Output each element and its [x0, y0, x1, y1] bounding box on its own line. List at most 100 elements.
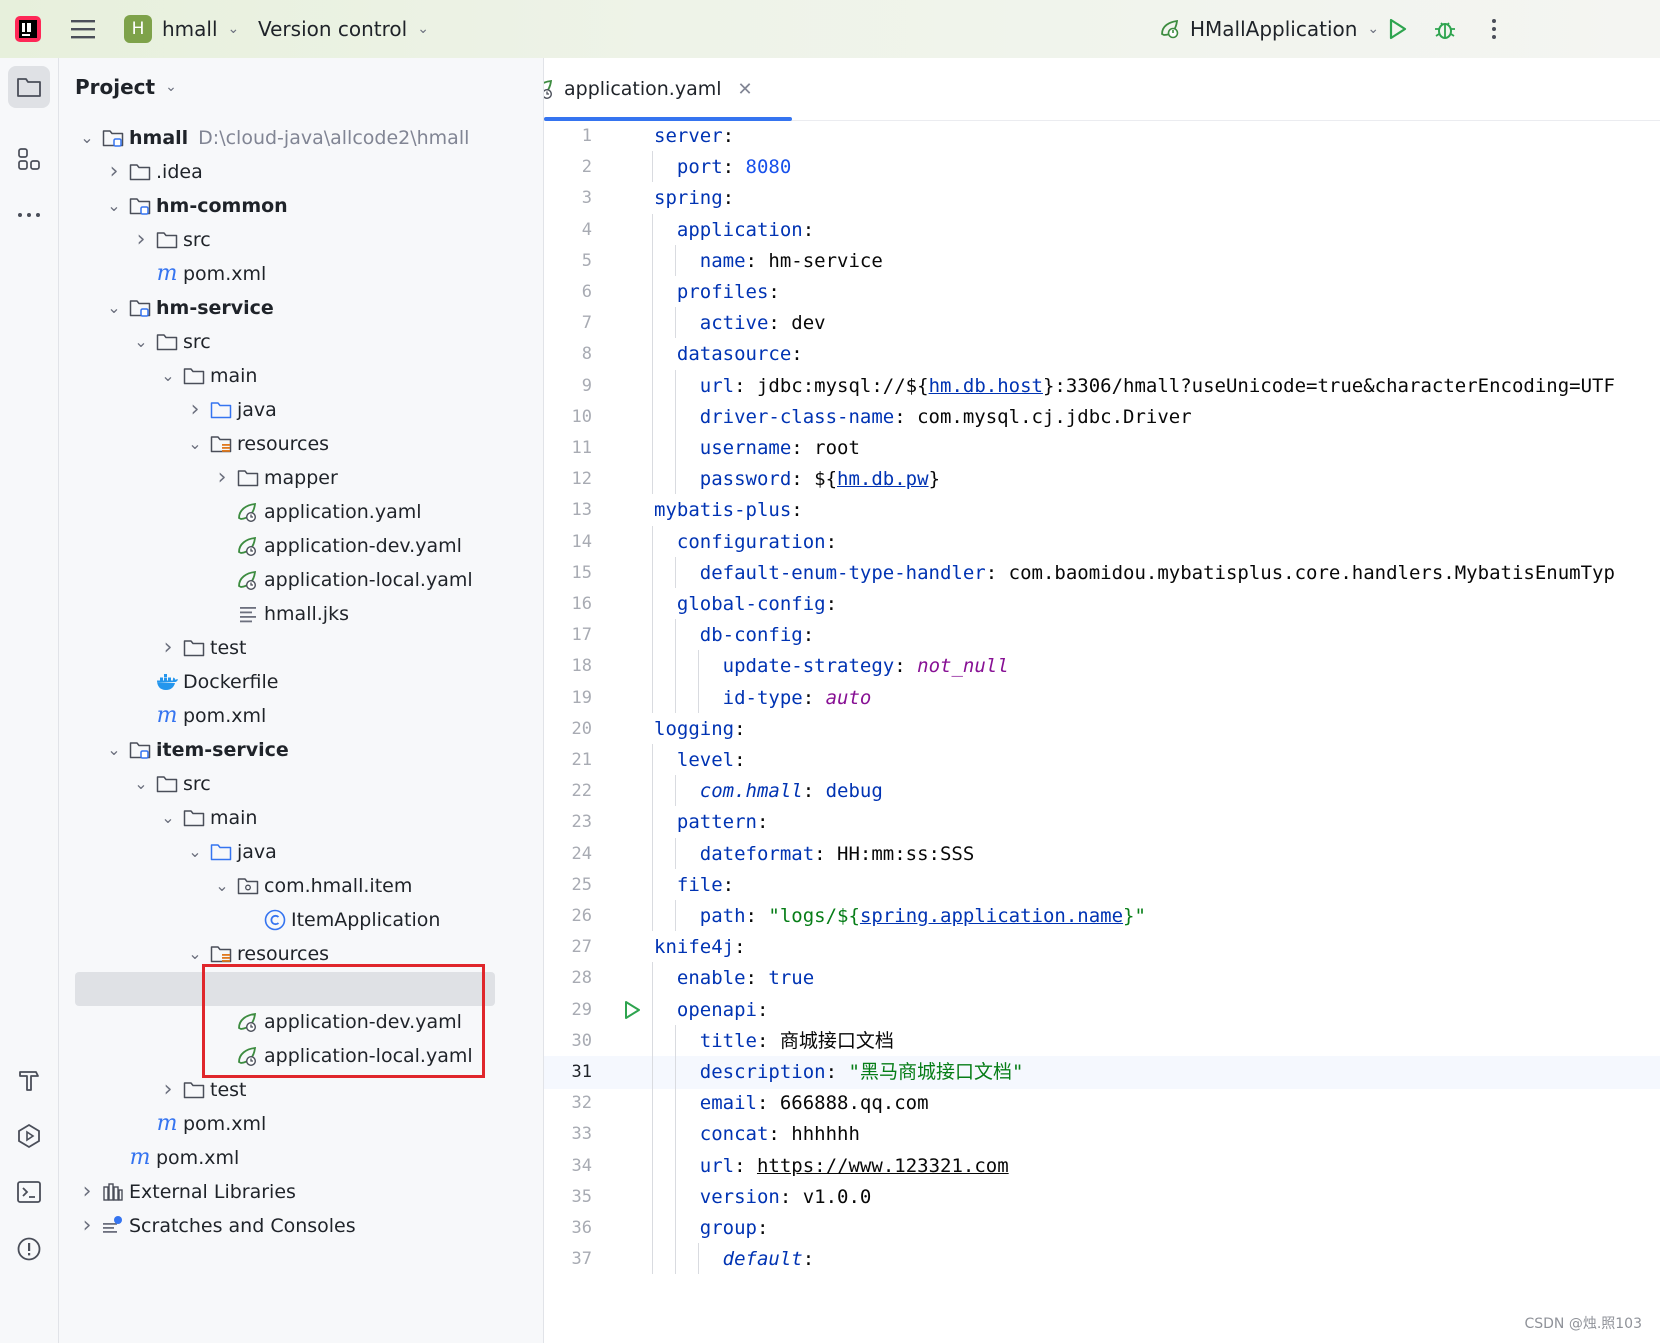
- tree-row[interactable]: › test: [59, 1073, 543, 1107]
- project-tool-button[interactable]: [8, 66, 50, 108]
- services-tool-button[interactable]: [8, 1115, 50, 1157]
- project-panel-title: Project: [75, 75, 156, 99]
- tree-row[interactable]: ItemApplication: [59, 903, 543, 937]
- tree-row-label: test: [210, 637, 247, 659]
- run-button[interactable]: [1384, 0, 1410, 58]
- chevron-right-icon[interactable]: ›: [131, 223, 151, 257]
- tree-row-label: main: [210, 365, 258, 387]
- tree-row[interactable]: › .idea: [59, 155, 543, 189]
- tree-row-label: application-dev.yaml: [264, 535, 462, 557]
- tree-row[interactable]: ⌄ hm-service: [59, 291, 543, 325]
- main-menu-button[interactable]: [68, 0, 98, 58]
- folder-icon: [236, 466, 260, 490]
- tree-row[interactable]: ⌄ main: [59, 359, 543, 393]
- tree-row[interactable]: › mapper: [59, 461, 543, 495]
- problems-tool-button[interactable]: [8, 1228, 50, 1270]
- chevron-right-icon[interactable]: ›: [104, 155, 124, 189]
- tree-row[interactable]: ⌄ main: [59, 801, 543, 835]
- chevron-down-icon: ⌄: [165, 79, 177, 95]
- code-line: dateformat: HH:mm:ss:SSS: [699, 842, 975, 865]
- tree-row-label: com.hmall.item: [264, 875, 413, 897]
- tree-row[interactable]: › Scratches and Consoles: [59, 1209, 543, 1243]
- chevron-right-icon[interactable]: ›: [77, 1175, 97, 1209]
- tree-row[interactable]: ⌄ java: [59, 835, 543, 869]
- code-line: openapi:: [676, 998, 769, 1021]
- chevron-down-icon[interactable]: ⌄: [77, 121, 97, 155]
- chevron-down-icon[interactable]: ⌄: [131, 325, 151, 359]
- chevron-right-icon[interactable]: ›: [158, 631, 178, 665]
- editor-tab-bar: application.yaml ✕: [544, 58, 1660, 121]
- tree-row[interactable]: m pom.xml: [59, 699, 543, 733]
- chevron-down-icon[interactable]: ⌄: [158, 359, 178, 393]
- code-line: profiles:: [676, 281, 780, 303]
- tree-row[interactable]: application-dev.yaml: [59, 529, 543, 563]
- line-number: 12: [571, 469, 592, 490]
- code-line: file:: [676, 873, 735, 896]
- tree-row[interactable]: › test: [59, 631, 543, 665]
- code-line: id-type: auto: [722, 686, 872, 709]
- close-icon[interactable]: ✕: [738, 79, 753, 100]
- tree-row[interactable]: › src: [59, 223, 543, 257]
- code-line: pattern:: [676, 811, 769, 834]
- maven-icon: m: [129, 1145, 151, 1170]
- tree-row[interactable]: › java: [59, 393, 543, 427]
- run-gutter-icon[interactable]: [622, 1000, 642, 1024]
- tree-row[interactable]: application.yaml: [59, 495, 543, 529]
- chevron-down-icon[interactable]: ⌄: [185, 835, 205, 869]
- tree-row[interactable]: ⌄ src: [59, 767, 543, 801]
- build-tool-button[interactable]: [8, 1059, 50, 1101]
- terminal-icon: [17, 1181, 41, 1203]
- line-number: 37: [571, 1249, 592, 1270]
- more-actions-button[interactable]: [1484, 0, 1504, 58]
- debug-button[interactable]: [1432, 0, 1458, 58]
- code-line: email: 666888.qq.com: [699, 1092, 929, 1115]
- tree-row[interactable]: Dockerfile: [59, 665, 543, 699]
- tree-row[interactable]: m pom.xml: [59, 1141, 543, 1175]
- tree-row[interactable]: ⌄ hm-common: [59, 189, 543, 223]
- chevron-down-icon[interactable]: ⌄: [104, 733, 124, 767]
- folder-icon: [128, 160, 152, 184]
- run-config-selector[interactable]: HMallApplication ⌄: [1158, 0, 1379, 58]
- tree-row[interactable]: ⌄ resources: [59, 427, 543, 461]
- tree-row[interactable]: hmall.jks: [59, 597, 543, 631]
- structure-tool-button[interactable]: [8, 138, 50, 180]
- tree-row-label: application.yaml: [264, 501, 422, 523]
- terminal-tool-button[interactable]: [8, 1171, 50, 1213]
- code-editor[interactable]: server: port: 8080 spring: application: n…: [652, 120, 1660, 1343]
- tree-row[interactable]: ⌄ item-service: [59, 733, 543, 767]
- tree-row[interactable]: ⌄ hmall D:\cloud-java\allcode2\hmall: [59, 121, 543, 155]
- chevron-down-icon[interactable]: ⌄: [104, 291, 124, 325]
- tree-row[interactable]: ⌄ com.hmall.item: [59, 869, 543, 903]
- tree-row-label: pom.xml: [183, 263, 267, 285]
- line-number: 3: [581, 188, 592, 209]
- horizontal-dots-icon: [18, 213, 40, 217]
- tree-row[interactable]: application-local.yaml: [59, 563, 543, 597]
- indent-guide: [652, 525, 653, 713]
- editor-tab[interactable]: application.yaml ✕: [544, 58, 792, 121]
- chevron-down-icon[interactable]: ⌄: [158, 801, 178, 835]
- chevron-down-icon[interactable]: ⌄: [131, 767, 151, 801]
- code-line: password: ${hm.db.pw}: [699, 468, 941, 491]
- chevron-down-icon[interactable]: ⌄: [104, 189, 124, 223]
- chevron-right-icon[interactable]: ›: [158, 1073, 178, 1107]
- chevron-down-icon[interactable]: ⌄: [212, 869, 232, 903]
- tree-row[interactable]: › External Libraries: [59, 1175, 543, 1209]
- intellij-logo[interactable]: [14, 0, 42, 58]
- chevron-right-icon[interactable]: ›: [212, 461, 232, 495]
- tree-row[interactable]: m pom.xml: [59, 1107, 543, 1141]
- project-switcher[interactable]: H hmall ⌄: [124, 0, 239, 58]
- chevron-down-icon[interactable]: ⌄: [185, 427, 205, 461]
- tree-row-label: .idea: [156, 161, 203, 183]
- project-tool-window: Project ⌄ ⌄ hmall D:\cloud-java\allcode2\h…: [59, 58, 544, 1343]
- tree-row[interactable]: ⌄ src: [59, 325, 543, 359]
- chevron-right-icon[interactable]: ›: [77, 1209, 97, 1243]
- code-line: level:: [676, 749, 746, 771]
- vcs-menu[interactable]: Version control ⌄: [258, 0, 429, 58]
- spring-yaml-icon: [236, 568, 260, 592]
- project-view-selector[interactable]: Project ⌄: [75, 58, 177, 116]
- play-icon: [1389, 18, 1407, 40]
- line-number: 35: [571, 1186, 592, 1207]
- tree-row[interactable]: m pom.xml: [59, 257, 543, 291]
- more-tools-button[interactable]: [8, 194, 50, 236]
- chevron-right-icon[interactable]: ›: [185, 393, 205, 427]
